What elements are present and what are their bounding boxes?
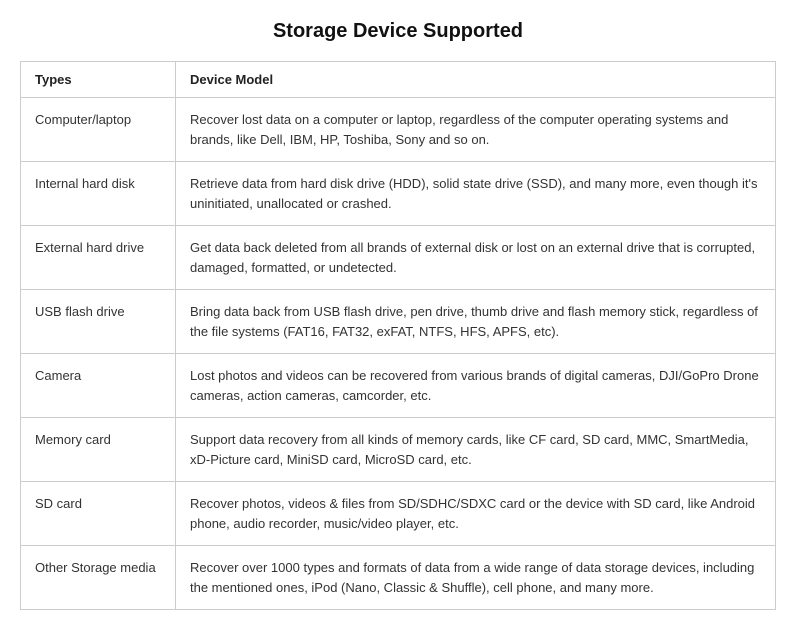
description-cell: Support data recovery from all kinds of … [176, 418, 776, 482]
storage-table: Types Device Model Computer/laptopRecove… [20, 61, 776, 610]
description-cell: Recover lost data on a computer or lapto… [176, 98, 776, 162]
table-row: Internal hard diskRetrieve data from har… [21, 162, 776, 226]
table-row: Memory cardSupport data recovery from al… [21, 418, 776, 482]
header-device-model: Device Model [176, 62, 776, 98]
description-cell: Bring data back from USB flash drive, pe… [176, 290, 776, 354]
description-cell: Recover over 1000 types and formats of d… [176, 546, 776, 610]
type-cell: Other Storage media [21, 546, 176, 610]
table-row: USB flash driveBring data back from USB … [21, 290, 776, 354]
type-cell: Computer/laptop [21, 98, 176, 162]
table-row: CameraLost photos and videos can be reco… [21, 354, 776, 418]
table-header-row: Types Device Model [21, 62, 776, 98]
type-cell: External hard drive [21, 226, 176, 290]
type-cell: SD card [21, 482, 176, 546]
description-cell: Lost photos and videos can be recovered … [176, 354, 776, 418]
type-cell: USB flash drive [21, 290, 176, 354]
type-cell: Internal hard disk [21, 162, 176, 226]
page-title: Storage Device Supported [20, 20, 776, 43]
description-cell: Recover photos, videos & files from SD/S… [176, 482, 776, 546]
table-row: External hard driveGet data back deleted… [21, 226, 776, 290]
table-row: Other Storage mediaRecover over 1000 typ… [21, 546, 776, 610]
type-cell: Memory card [21, 418, 176, 482]
description-cell: Get data back deleted from all brands of… [176, 226, 776, 290]
description-cell: Retrieve data from hard disk drive (HDD)… [176, 162, 776, 226]
page-container: Storage Device Supported Types Device Mo… [0, 0, 796, 630]
type-cell: Camera [21, 354, 176, 418]
table-row: Computer/laptopRecover lost data on a co… [21, 98, 776, 162]
header-types: Types [21, 62, 176, 98]
table-row: SD cardRecover photos, videos & files fr… [21, 482, 776, 546]
